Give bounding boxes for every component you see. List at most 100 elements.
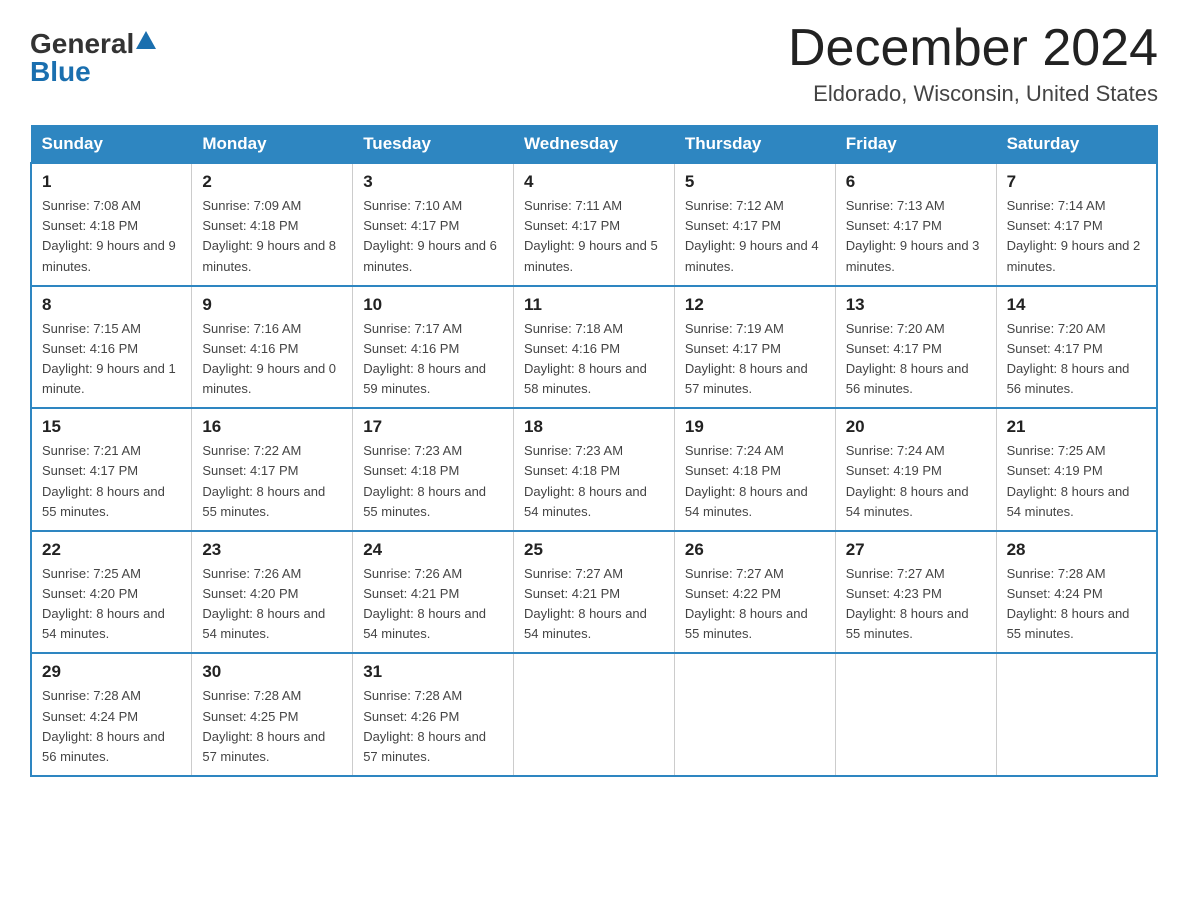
day-info: Sunrise: 7:24 AMSunset: 4:19 PMDaylight:… xyxy=(846,441,986,522)
day-number: 13 xyxy=(846,295,986,315)
table-cell: 16 Sunrise: 7:22 AMSunset: 4:17 PMDayligh… xyxy=(192,408,353,531)
table-cell xyxy=(996,653,1157,776)
day-info: Sunrise: 7:19 AMSunset: 4:17 PMDaylight:… xyxy=(685,319,825,400)
week-row-2: 8 Sunrise: 7:15 AMSunset: 4:16 PMDaylight… xyxy=(31,286,1157,409)
day-info: Sunrise: 7:28 AMSunset: 4:25 PMDaylight:… xyxy=(202,686,342,767)
day-info: Sunrise: 7:28 AMSunset: 4:24 PMDaylight:… xyxy=(42,686,181,767)
col-thursday: Thursday xyxy=(674,126,835,164)
header-row: Sunday Monday Tuesday Wednesday Thursday… xyxy=(31,126,1157,164)
table-cell: 7 Sunrise: 7:14 AMSunset: 4:17 PMDaylight… xyxy=(996,163,1157,286)
day-info: Sunrise: 7:12 AMSunset: 4:17 PMDaylight:… xyxy=(685,196,825,277)
table-cell: 25Sunrise: 7:27 AMSunset: 4:21 PMDayligh… xyxy=(514,531,675,654)
table-cell: 21 Sunrise: 7:25 AMSunset: 4:19 PMDayligh… xyxy=(996,408,1157,531)
day-info: Sunrise: 7:18 AMSunset: 4:16 PMDaylight:… xyxy=(524,319,664,400)
day-number: 20 xyxy=(846,417,986,437)
day-number: 1 xyxy=(42,172,181,192)
month-title: December 2024 xyxy=(788,20,1158,77)
day-number: 25 xyxy=(524,540,664,560)
day-number: 23 xyxy=(202,540,342,560)
table-cell: 29Sunrise: 7:28 AMSunset: 4:24 PMDayligh… xyxy=(31,653,192,776)
title-area: December 2024 Eldorado, Wisconsin, Unite… xyxy=(788,20,1158,107)
logo: General Blue xyxy=(30,30,156,86)
table-cell xyxy=(835,653,996,776)
day-info: Sunrise: 7:25 AMSunset: 4:19 PMDaylight:… xyxy=(1007,441,1146,522)
day-info: Sunrise: 7:20 AMSunset: 4:17 PMDaylight:… xyxy=(1007,319,1146,400)
day-number: 14 xyxy=(1007,295,1146,315)
day-info: Sunrise: 7:27 AMSunset: 4:22 PMDaylight:… xyxy=(685,564,825,645)
day-number: 8 xyxy=(42,295,181,315)
day-number: 17 xyxy=(363,417,503,437)
logo-general: General xyxy=(30,30,134,58)
day-number: 16 xyxy=(202,417,342,437)
col-sunday: Sunday xyxy=(31,126,192,164)
day-info: Sunrise: 7:28 AMSunset: 4:24 PMDaylight:… xyxy=(1007,564,1146,645)
day-info: Sunrise: 7:16 AMSunset: 4:16 PMDaylight:… xyxy=(202,319,342,400)
table-cell: 20 Sunrise: 7:24 AMSunset: 4:19 PMDayligh… xyxy=(835,408,996,531)
table-cell: 28 Sunrise: 7:28 AMSunset: 4:24 PMDayligh… xyxy=(996,531,1157,654)
day-info: Sunrise: 7:27 AMSunset: 4:23 PMDaylight:… xyxy=(846,564,986,645)
day-info: Sunrise: 7:22 AMSunset: 4:17 PMDaylight:… xyxy=(202,441,342,522)
table-cell: 15 Sunrise: 7:21 AMSunset: 4:17 PMDayligh… xyxy=(31,408,192,531)
day-info: Sunrise: 7:09 AMSunset: 4:18 PMDaylight:… xyxy=(202,196,342,277)
day-info: Sunrise: 7:26 AMSunset: 4:21 PMDaylight:… xyxy=(363,564,503,645)
table-cell: 23Sunrise: 7:26 AMSunset: 4:20 PMDayligh… xyxy=(192,531,353,654)
day-number: 6 xyxy=(846,172,986,192)
table-cell: 27Sunrise: 7:27 AMSunset: 4:23 PMDayligh… xyxy=(835,531,996,654)
day-info: Sunrise: 7:15 AMSunset: 4:16 PMDaylight:… xyxy=(42,319,181,400)
col-monday: Monday xyxy=(192,126,353,164)
table-cell: 30 Sunrise: 7:28 AMSunset: 4:25 PMDayligh… xyxy=(192,653,353,776)
day-number: 5 xyxy=(685,172,825,192)
table-cell: 9 Sunrise: 7:16 AMSunset: 4:16 PMDaylight… xyxy=(192,286,353,409)
day-number: 12 xyxy=(685,295,825,315)
day-number: 19 xyxy=(685,417,825,437)
day-info: Sunrise: 7:21 AMSunset: 4:17 PMDaylight:… xyxy=(42,441,181,522)
day-info: Sunrise: 7:23 AMSunset: 4:18 PMDaylight:… xyxy=(363,441,503,522)
table-cell: 11 Sunrise: 7:18 AMSunset: 4:16 PMDayligh… xyxy=(514,286,675,409)
table-cell: 4 Sunrise: 7:11 AMSunset: 4:17 PMDaylight… xyxy=(514,163,675,286)
col-friday: Friday xyxy=(835,126,996,164)
day-info: Sunrise: 7:17 AMSunset: 4:16 PMDaylight:… xyxy=(363,319,503,400)
day-number: 24 xyxy=(363,540,503,560)
week-row-4: 22Sunrise: 7:25 AMSunset: 4:20 PMDayligh… xyxy=(31,531,1157,654)
day-number: 10 xyxy=(363,295,503,315)
day-info: Sunrise: 7:11 AMSunset: 4:17 PMDaylight:… xyxy=(524,196,664,277)
day-number: 4 xyxy=(524,172,664,192)
day-info: Sunrise: 7:23 AMSunset: 4:18 PMDaylight:… xyxy=(524,441,664,522)
table-cell: 31Sunrise: 7:28 AMSunset: 4:26 PMDayligh… xyxy=(353,653,514,776)
table-cell: 1Sunrise: 7:08 AMSunset: 4:18 PMDaylight… xyxy=(31,163,192,286)
table-cell: 6 Sunrise: 7:13 AMSunset: 4:17 PMDaylight… xyxy=(835,163,996,286)
logo-triangle-icon xyxy=(136,31,156,49)
table-cell: 10 Sunrise: 7:17 AMSunset: 4:16 PMDayligh… xyxy=(353,286,514,409)
day-number: 3 xyxy=(363,172,503,192)
table-cell: 17 Sunrise: 7:23 AMSunset: 4:18 PMDayligh… xyxy=(353,408,514,531)
logo-blue: Blue xyxy=(30,56,91,87)
day-number: 31 xyxy=(363,662,503,682)
table-cell: 5 Sunrise: 7:12 AMSunset: 4:17 PMDaylight… xyxy=(674,163,835,286)
day-info: Sunrise: 7:25 AMSunset: 4:20 PMDaylight:… xyxy=(42,564,181,645)
day-number: 26 xyxy=(685,540,825,560)
table-cell xyxy=(674,653,835,776)
day-info: Sunrise: 7:20 AMSunset: 4:17 PMDaylight:… xyxy=(846,319,986,400)
col-wednesday: Wednesday xyxy=(514,126,675,164)
table-cell: 24 Sunrise: 7:26 AMSunset: 4:21 PMDayligh… xyxy=(353,531,514,654)
day-info: Sunrise: 7:10 AMSunset: 4:17 PMDaylight:… xyxy=(363,196,503,277)
calendar-table: Sunday Monday Tuesday Wednesday Thursday… xyxy=(30,125,1158,777)
day-number: 9 xyxy=(202,295,342,315)
day-number: 7 xyxy=(1007,172,1146,192)
day-number: 11 xyxy=(524,295,664,315)
day-info: Sunrise: 7:14 AMSunset: 4:17 PMDaylight:… xyxy=(1007,196,1146,277)
week-row-3: 15 Sunrise: 7:21 AMSunset: 4:17 PMDayligh… xyxy=(31,408,1157,531)
table-cell: 19 Sunrise: 7:24 AMSunset: 4:18 PMDayligh… xyxy=(674,408,835,531)
col-tuesday: Tuesday xyxy=(353,126,514,164)
day-info: Sunrise: 7:13 AMSunset: 4:17 PMDaylight:… xyxy=(846,196,986,277)
day-number: 28 xyxy=(1007,540,1146,560)
location-title: Eldorado, Wisconsin, United States xyxy=(788,81,1158,107)
table-cell: 18Sunrise: 7:23 AMSunset: 4:18 PMDayligh… xyxy=(514,408,675,531)
day-info: Sunrise: 7:24 AMSunset: 4:18 PMDaylight:… xyxy=(685,441,825,522)
table-cell: 2Sunrise: 7:09 AMSunset: 4:18 PMDaylight… xyxy=(192,163,353,286)
col-saturday: Saturday xyxy=(996,126,1157,164)
day-number: 15 xyxy=(42,417,181,437)
week-row-5: 29Sunrise: 7:28 AMSunset: 4:24 PMDayligh… xyxy=(31,653,1157,776)
day-number: 21 xyxy=(1007,417,1146,437)
day-number: 30 xyxy=(202,662,342,682)
